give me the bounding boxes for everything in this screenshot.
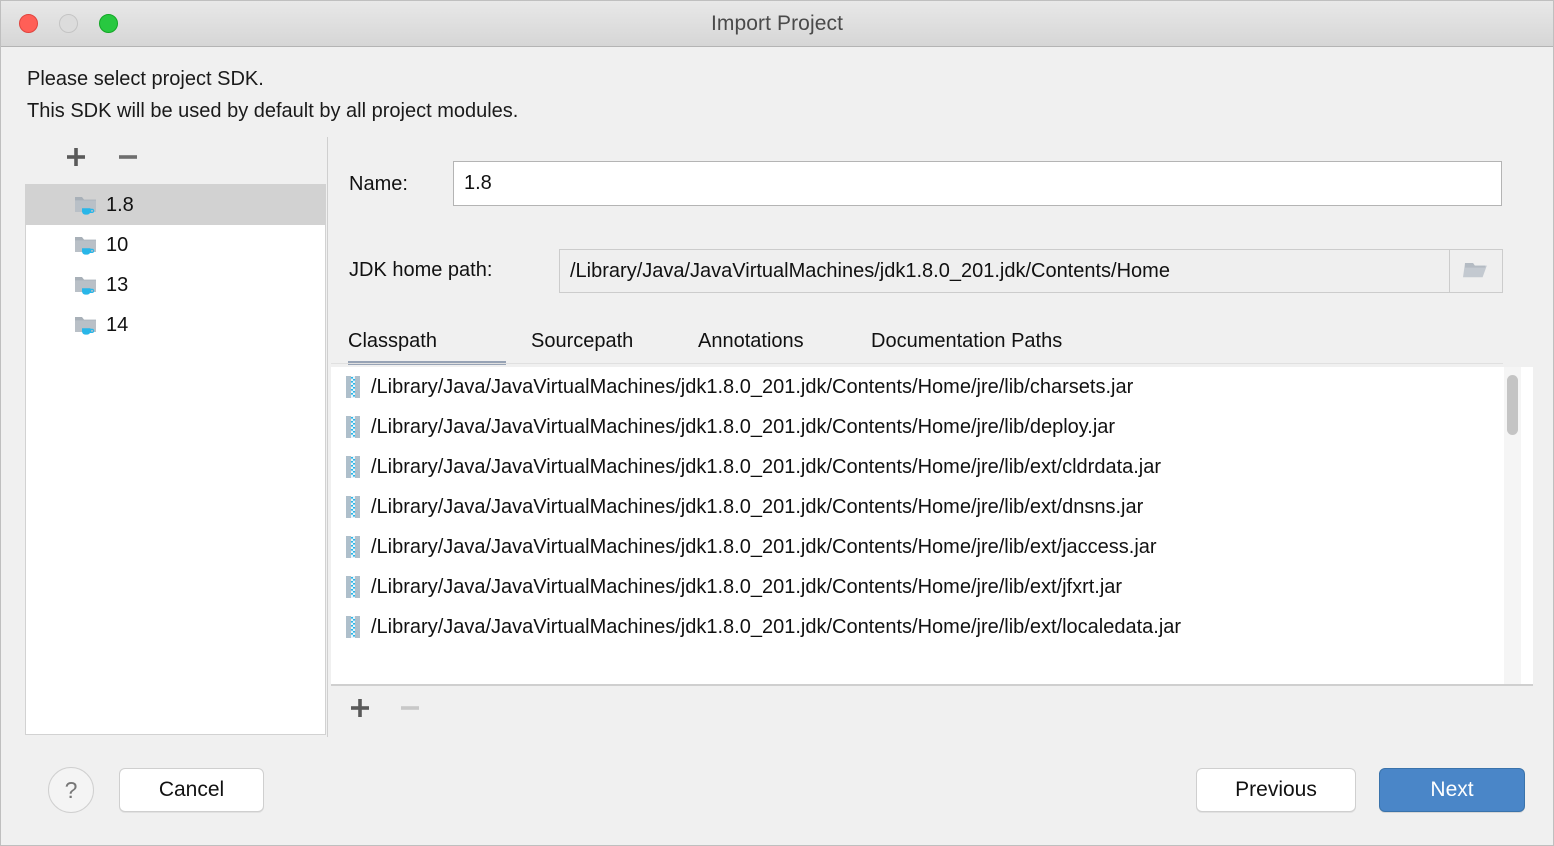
previous-button[interactable]: Previous xyxy=(1196,768,1356,812)
question-mark-icon: ? xyxy=(64,776,78,803)
remove-sdk-button[interactable] xyxy=(111,140,145,174)
jdk-folder-icon xyxy=(75,277,96,295)
sdk-list-item-label: 10 xyxy=(106,233,129,256)
jar-file-icon xyxy=(346,416,360,438)
sdk-list-item[interactable]: 10 xyxy=(26,225,325,265)
jdk-home-path-input[interactable] xyxy=(559,249,1449,293)
classpath-row[interactable]: /Library/Java/JavaVirtualMachines/jdk1.8… xyxy=(331,447,1533,487)
jar-file-icon xyxy=(346,456,360,478)
prompt-line-1: Please select project SDK. xyxy=(27,68,264,90)
jdk-home-path-label: JDK home path: xyxy=(349,259,493,281)
previous-button-label: Previous xyxy=(1235,778,1317,801)
tab-label: Classpath xyxy=(348,330,437,352)
classpath-list[interactable]: /Library/Java/JavaVirtualMachines/jdk1.8… xyxy=(331,367,1533,684)
jdk-folder-icon xyxy=(75,317,96,335)
classpath-row[interactable]: /Library/Java/JavaVirtualMachines/jdk1.8… xyxy=(331,567,1533,607)
classpath-entry-label: /Library/Java/JavaVirtualMachines/jdk1.8… xyxy=(371,535,1157,558)
sdk-list-item-label: 1.8 xyxy=(106,193,134,216)
classpath-row[interactable]: /Library/Java/JavaVirtualMachines/jdk1.8… xyxy=(331,607,1533,647)
help-button[interactable]: ? xyxy=(48,767,94,813)
sdk-list[interactable]: 1.8 10 13 14 xyxy=(25,184,326,735)
tab-label: Sourcepath xyxy=(531,330,634,352)
minus-icon xyxy=(401,706,419,710)
classpath-entry-label: /Library/Java/JavaVirtualMachines/jdk1.8… xyxy=(371,375,1134,398)
tab-bar-baseline xyxy=(331,363,1503,364)
sdk-list-item[interactable]: 1.8 xyxy=(26,185,325,225)
jdk-folder-icon xyxy=(75,197,96,215)
classpath-row[interactable]: /Library/Java/JavaVirtualMachines/jdk1.8… xyxy=(331,367,1533,407)
next-button-label: Next xyxy=(1430,778,1474,801)
classpath-entry-label: /Library/Java/JavaVirtualMachines/jdk1.8… xyxy=(371,575,1123,598)
prompt-text: Please select project SDK. This SDK will… xyxy=(27,63,518,127)
jdk-folder-icon xyxy=(75,237,96,255)
tab-documentation-paths[interactable]: Documentation Paths xyxy=(871,323,1108,365)
sdk-list-item[interactable]: 13 xyxy=(26,265,325,305)
tab-classpath[interactable]: Classpath xyxy=(348,323,506,365)
tab-label: Documentation Paths xyxy=(871,330,1063,352)
import-project-dialog: Import Project Please select project SDK… xyxy=(0,0,1554,846)
add-sdk-button[interactable] xyxy=(59,140,93,174)
cancel-button-label: Cancel xyxy=(158,778,225,801)
folder-icon xyxy=(1463,263,1487,278)
minus-icon xyxy=(119,155,137,159)
jar-file-icon xyxy=(346,536,360,558)
tab-sourcepath[interactable]: Sourcepath xyxy=(531,323,674,365)
name-field-label: Name: xyxy=(349,173,408,195)
classpath-row[interactable]: /Library/Java/JavaVirtualMachines/jdk1.8… xyxy=(331,407,1533,447)
add-classpath-button[interactable] xyxy=(343,691,377,725)
tab-bar: Classpath Sourcepath Annotations Documen… xyxy=(331,323,1503,365)
sdk-list-item-label: 14 xyxy=(106,313,129,336)
sdk-list-item-label: 13 xyxy=(106,273,129,296)
tab-annotations[interactable]: Annotations xyxy=(698,323,838,365)
cancel-button[interactable]: Cancel xyxy=(119,768,264,812)
remove-classpath-button[interactable] xyxy=(393,691,427,725)
classpath-entry-label: /Library/Java/JavaVirtualMachines/jdk1.8… xyxy=(371,615,1182,638)
classpath-bottom-separator xyxy=(331,684,1533,686)
classpath-scrollbar-thumb[interactable] xyxy=(1507,375,1518,435)
panel-divider xyxy=(327,137,328,737)
jar-file-icon xyxy=(346,496,360,518)
title-bar: Import Project xyxy=(1,1,1553,47)
classpath-entry-label: /Library/Java/JavaVirtualMachines/jdk1.8… xyxy=(371,495,1144,518)
jar-file-icon xyxy=(346,376,360,398)
jar-file-icon xyxy=(346,576,360,598)
sdk-list-toolbar xyxy=(25,140,327,176)
plus-icon xyxy=(67,148,85,166)
next-button[interactable]: Next xyxy=(1379,768,1525,812)
window-title: Import Project xyxy=(710,12,844,35)
tab-label: Annotations xyxy=(698,330,804,352)
classpath-toolbar xyxy=(331,691,631,729)
classpath-entry-label: /Library/Java/JavaVirtualMachines/jdk1.8… xyxy=(371,415,1116,438)
browse-folder-button[interactable] xyxy=(1449,249,1503,293)
name-input[interactable] xyxy=(453,161,1502,206)
prompt-line-2: This SDK will be used by default by all … xyxy=(27,100,519,122)
plus-icon xyxy=(351,699,369,717)
sdk-list-item[interactable]: 14 xyxy=(26,305,325,345)
jar-file-icon xyxy=(346,616,360,638)
classpath-entry-label: /Library/Java/JavaVirtualMachines/jdk1.8… xyxy=(371,455,1162,478)
classpath-row[interactable]: /Library/Java/JavaVirtualMachines/jdk1.8… xyxy=(331,527,1533,567)
classpath-row[interactable]: /Library/Java/JavaVirtualMachines/jdk1.8… xyxy=(331,487,1533,527)
